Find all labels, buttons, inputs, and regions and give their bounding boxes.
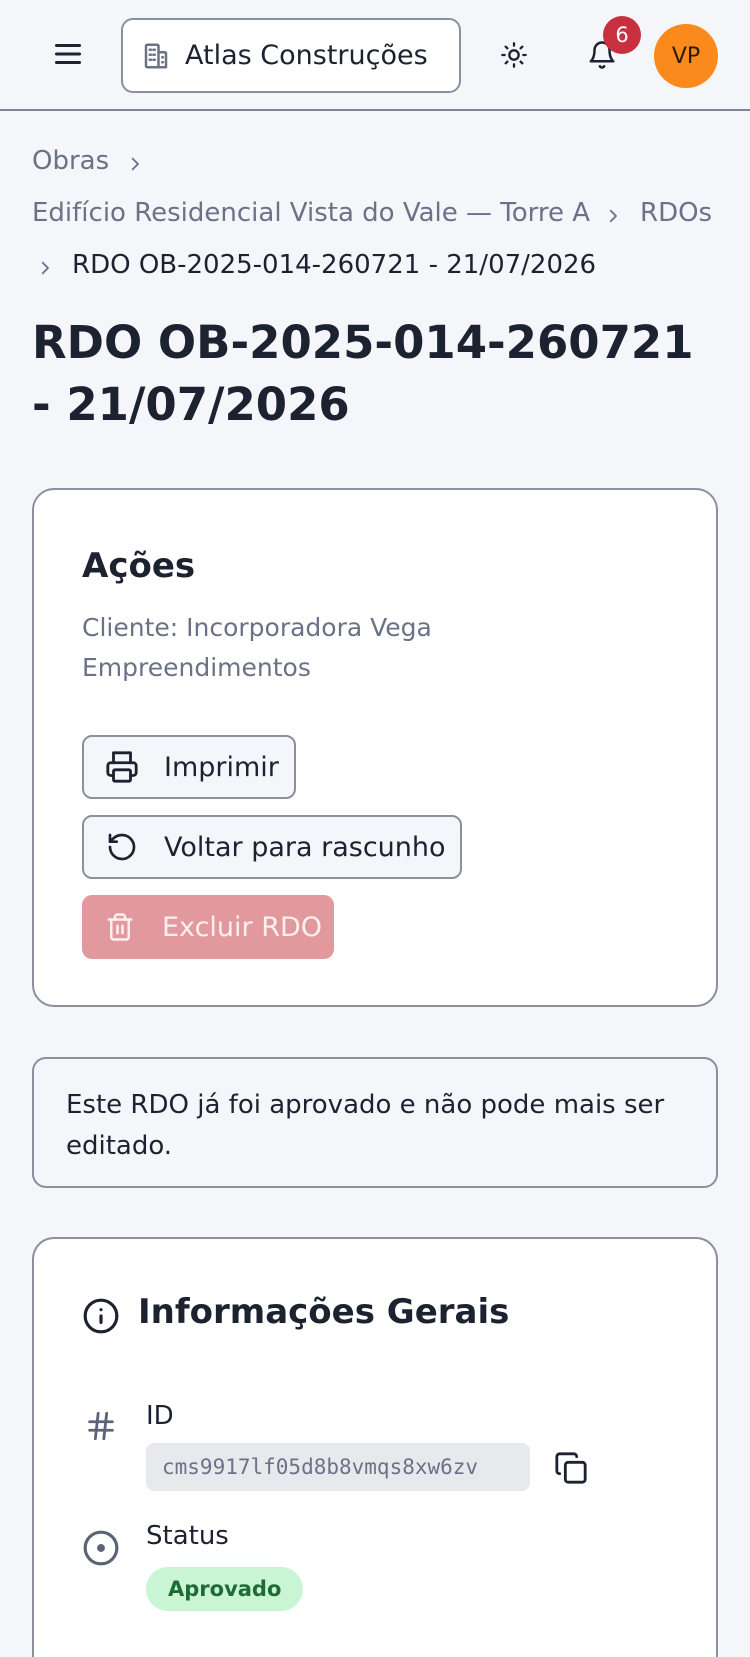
top-bar: Atlas Construções 6 VP [0,0,750,111]
general-info-card: Informações Gerais ID cms9917lf05d8b8vmq… [32,1237,718,1657]
menu-icon [55,44,81,64]
client-name: Cliente: Incorporadora Vega Empreendimen… [82,613,432,682]
print-button-label: Imprimir [164,751,279,783]
approved-notice: Este RDO já foi aprovado e não pode mais… [32,1057,718,1188]
user-avatar[interactable]: VP [654,24,718,88]
print-button[interactable]: Imprimir [82,735,296,799]
circle-dot-icon [83,1530,119,1566]
back-to-draft-label: Voltar para rascunho [164,831,446,863]
company-name: Atlas Construções [185,40,428,71]
theme-toggle-button[interactable] [495,36,533,74]
company-selector[interactable]: Atlas Construções [121,18,461,93]
trash-icon [107,913,133,941]
delete-rdo-button[interactable]: Excluir RDO [82,895,334,959]
hash-icon [88,1411,114,1441]
chevron-right-icon [609,209,617,223]
chevron-right-icon [131,157,139,171]
rotate-ccw-icon [108,833,136,861]
delete-rdo-label: Excluir RDO [162,911,323,943]
general-info-title: Informações Gerais [138,1292,510,1332]
id-value: cms9917lf05d8b8vmqs8xw6zv [146,1443,530,1491]
breadcrumb-item-obra[interactable]: Edifício Residencial Vista do Vale — Tor… [32,198,590,228]
id-label: ID [146,1401,174,1431]
actions-title: Ações [82,546,196,586]
sun-icon [501,42,527,68]
breadcrumb-item-obras[interactable]: Obras [32,146,109,176]
status-badge: Aprovado [146,1567,304,1611]
chevron-right-icon [41,261,49,275]
back-to-draft-button[interactable]: Voltar para rascunho [82,815,462,879]
actions-card: Ações Cliente: Incorporadora Vega Empree… [32,488,718,1007]
menu-button[interactable] [50,36,86,72]
printer-icon [106,751,138,783]
building-icon [144,43,168,68]
notification-count-badge: 6 [603,16,641,54]
status-label: Status [146,1521,229,1551]
approved-notice-text: Este RDO já foi aprovado e não pode mais… [66,1090,665,1161]
breadcrumb-item-rdos[interactable]: RDOs [640,198,712,228]
breadcrumb-current: RDO OB-2025-014-260721 - 21/07/2026 [72,250,597,280]
copy-icon[interactable] [554,1451,588,1485]
info-icon [83,1298,119,1334]
page-title: RDO OB-2025-014-260721 - 21/07/2026 [32,316,694,431]
